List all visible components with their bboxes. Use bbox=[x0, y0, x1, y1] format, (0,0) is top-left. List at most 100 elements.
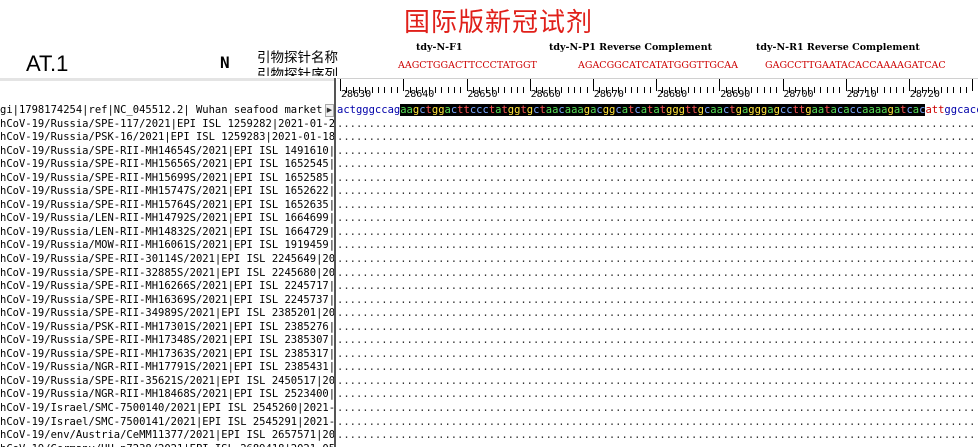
alignment-row[interactable]: ........................................… bbox=[337, 212, 978, 226]
alignment-row[interactable]: ........................................… bbox=[337, 429, 978, 443]
alignment-row[interactable]: ........................................… bbox=[337, 118, 978, 132]
sequence-name-list[interactable]: gi|1798174254|ref|NC_045512.2| Wuhan sea… bbox=[0, 104, 334, 447]
primer-seq-caption: 引物探针序列 bbox=[257, 67, 338, 76]
sequence-name-row[interactable]: hCoV-19/Russia/SPE-117/2021|EPI ISL 1259… bbox=[0, 118, 334, 132]
gene-label: N bbox=[220, 53, 230, 72]
alignment-row[interactable]: ........................................… bbox=[337, 307, 978, 321]
sequence-name-row[interactable]: hCoV-19/Russia/LEN-RII-MH14792S/2021|EPI… bbox=[0, 212, 334, 226]
ruler-minor-tick bbox=[630, 87, 632, 93]
ruler-minor-tick bbox=[561, 87, 563, 93]
sequence-name-row[interactable]: hCoV-19/Israel/SMC-7500140/2021|EPI ISL … bbox=[0, 402, 334, 416]
ruler-label: 28630 bbox=[341, 89, 372, 100]
sequence-name-row[interactable]: hCoV-19/Russia/PSK-RII-MH17301S/2021|EPI… bbox=[0, 321, 334, 335]
ruler-minor-tick bbox=[896, 87, 898, 93]
ruler-minor-tick bbox=[890, 87, 891, 93]
reference-name[interactable]: gi|1798174254|ref|NC_045512.2| Wuhan sea… bbox=[0, 104, 334, 118]
alignment-row[interactable]: ........................................… bbox=[337, 443, 978, 447]
alignment-row[interactable]: ........................................… bbox=[337, 145, 978, 159]
reference-seq-suffix-a: att bbox=[925, 104, 945, 116]
ruler-minor-tick bbox=[953, 87, 955, 93]
sequence-name-row[interactable]: hCoV-19/Russia/SPE-RII-35621S/2021|EPI I… bbox=[0, 375, 334, 389]
sequence-name-row[interactable]: hCoV-19/Russia/SPE-RII-MH15699S/2021|EPI… bbox=[0, 172, 334, 186]
alignment-row[interactable]: ........................................… bbox=[337, 402, 978, 416]
ruler-label: 28720 bbox=[909, 89, 940, 100]
amplicon-highlight: aagctggacttccctatggtgctaacaaagacggcatcat… bbox=[400, 104, 926, 116]
primer-sequence-f1: AAGCTGGACTTCCCTATGGT bbox=[398, 60, 537, 71]
sequence-name-row[interactable]: hCoV-19/Russia/SPE-RII-MH17363S/2021|EPI… bbox=[0, 348, 334, 362]
ruler-band bbox=[0, 78, 336, 81]
sequence-name-row[interactable]: hCoV-19/Russia/LEN-RII-MH14832S/2021|EPI… bbox=[0, 226, 334, 240]
scroll-right-arrow-icon[interactable]: ▶ bbox=[325, 104, 334, 117]
alignment-row[interactable]: ........................................… bbox=[337, 294, 978, 308]
sequence-name-row[interactable]: hCoV-19/env/Austria/CeMM11377/2021|EPI I… bbox=[0, 429, 334, 443]
ruler-label: 28710 bbox=[846, 89, 877, 100]
reference-seq-suffix-b: ggcacc bbox=[944, 104, 978, 116]
ruler-minor-tick bbox=[517, 87, 519, 93]
ruler-minor-tick bbox=[567, 87, 569, 93]
sequence-name-row[interactable]: hCoV-19/Russia/SPE-RII-MH16266S/2021|EPI… bbox=[0, 280, 334, 294]
ruler-minor-tick bbox=[643, 87, 645, 93]
alignment-row[interactable]: ........................................… bbox=[337, 375, 978, 389]
alignment-row[interactable]: ........................................… bbox=[337, 131, 978, 145]
ruler-minor-tick bbox=[460, 87, 462, 93]
sequence-name-row[interactable]: hCoV-19/Russia/SPE-RII-MH16369S/2021|EPI… bbox=[0, 294, 334, 308]
position-ruler: 28630 28640 28650 28660 28670 28680 28690 28700… bbox=[337, 78, 978, 105]
alignment-row[interactable]: ........................................… bbox=[337, 416, 978, 430]
primer-name-p1: tdy-N-P1 Reverse Complement bbox=[549, 42, 713, 53]
ruler-minor-tick bbox=[946, 87, 948, 93]
alignment-row[interactable]: ........................................… bbox=[337, 172, 978, 186]
alignment-row[interactable]: ........................................… bbox=[337, 226, 978, 240]
ruler-minor-tick bbox=[649, 87, 651, 93]
sequence-name-row[interactable]: hCoV-19/Russia/SPE-RII-34989S/2021|EPI I… bbox=[0, 307, 334, 321]
alignment-row[interactable]: ........................................… bbox=[337, 321, 978, 335]
alignment-row[interactable]: ........................................… bbox=[337, 361, 978, 375]
ruler-minor-tick bbox=[694, 87, 696, 93]
primer-name-r1: tdy-N-R1 Reverse Complement bbox=[756, 42, 920, 53]
alignment-row[interactable]: ........................................… bbox=[337, 267, 978, 281]
page-title: 国际版新冠试剂 bbox=[404, 8, 594, 38]
alignment-row[interactable]: ........................................… bbox=[337, 199, 978, 213]
alignment-row[interactable]: ........................................… bbox=[337, 185, 978, 199]
sequence-name-row[interactable]: hCoV-19/Germany/HH-p7238/2021|EPI ISL 26… bbox=[0, 443, 334, 447]
ruler-minor-tick bbox=[763, 87, 765, 93]
ruler-minor-tick bbox=[883, 87, 885, 93]
ruler-label: 28690 bbox=[720, 89, 751, 100]
alignment-pane[interactable]: actgggccagaagctggacttccctatggtgctaacaaag… bbox=[337, 104, 978, 447]
primer-sequence-r1: GAGCCTTGAATACACCAAAAGATCAC bbox=[765, 60, 946, 71]
pane-divider[interactable] bbox=[334, 78, 336, 447]
sequence-name-row[interactable]: hCoV-19/Russia/SPE-RII-MH15656S/2021|EPI… bbox=[0, 158, 334, 172]
sequence-name-row[interactable]: hCoV-19/Russia/SPE-RII-MH15764S/2021|EPI… bbox=[0, 199, 334, 213]
sequence-name-row[interactable]: hCoV-19/Russia/SPE-RII-MH14654S/2021|EPI… bbox=[0, 145, 334, 159]
alignment-row[interactable]: ........................................… bbox=[337, 334, 978, 348]
reference-sequence-row[interactable]: actgggccagaagctggacttccctatggtgctaacaaag… bbox=[337, 104, 978, 118]
ruler-minor-tick bbox=[902, 87, 904, 93]
sequence-name-row[interactable]: hCoV-19/Israel/SMC-7500141/2021|EPI ISL … bbox=[0, 416, 334, 430]
alignment-row[interactable]: ........................................… bbox=[337, 388, 978, 402]
alignment-row[interactable]: ........................................… bbox=[337, 158, 978, 172]
sequence-name-row[interactable]: hCoV-19/Russia/SPE-RII-30114S/2021|EPI I… bbox=[0, 253, 334, 267]
alignment-row[interactable]: ........................................… bbox=[337, 253, 978, 267]
ruler-minor-tick bbox=[586, 87, 588, 93]
ruler-minor-tick bbox=[384, 87, 386, 93]
ruler-minor-tick bbox=[453, 87, 455, 93]
ruler-label: 28700 bbox=[783, 89, 814, 100]
alignment-row[interactable]: ........................................… bbox=[337, 239, 978, 253]
alignment-row[interactable]: ........................................… bbox=[337, 348, 978, 362]
sequence-name-row[interactable]: hCoV-19/Russia/SPE-RII-MH15747S/2021|EPI… bbox=[0, 185, 334, 199]
sequence-name-row[interactable]: hCoV-19/Russia/SPE-RII-32885S/2021|EPI I… bbox=[0, 267, 334, 281]
sequence-name-row[interactable]: hCoV-19/Russia/NGR-RII-MH17791S/2021|EPI… bbox=[0, 361, 334, 375]
ruler-minor-tick bbox=[833, 87, 835, 93]
sequence-name-row[interactable]: hCoV-19/Russia/SPE-RII-MH17348S/2021|EPI… bbox=[0, 334, 334, 348]
ruler-minor-tick bbox=[700, 87, 702, 93]
sequence-name-row[interactable]: hCoV-19/Russia/PSK-16/2021|EPI ISL 12592… bbox=[0, 131, 334, 145]
sequence-name-row[interactable]: hCoV-19/Russia/NGR-RII-MH18468S/2021|EPI… bbox=[0, 388, 334, 402]
primer-name-f1: tdy-N-F1 bbox=[416, 42, 463, 53]
ruler-minor-tick bbox=[434, 87, 436, 93]
alignment-row[interactable]: ........................................… bbox=[337, 280, 978, 294]
ruler-minor-tick bbox=[826, 87, 828, 93]
ruler-minor-tick bbox=[371, 87, 373, 93]
ruler-minor-tick bbox=[940, 87, 942, 93]
ruler-minor-tick bbox=[877, 87, 879, 93]
ruler-minor-tick bbox=[580, 87, 582, 93]
sequence-name-row[interactable]: hCoV-19/Russia/MOW-RII-MH16061S/2021|EPI… bbox=[0, 239, 334, 253]
